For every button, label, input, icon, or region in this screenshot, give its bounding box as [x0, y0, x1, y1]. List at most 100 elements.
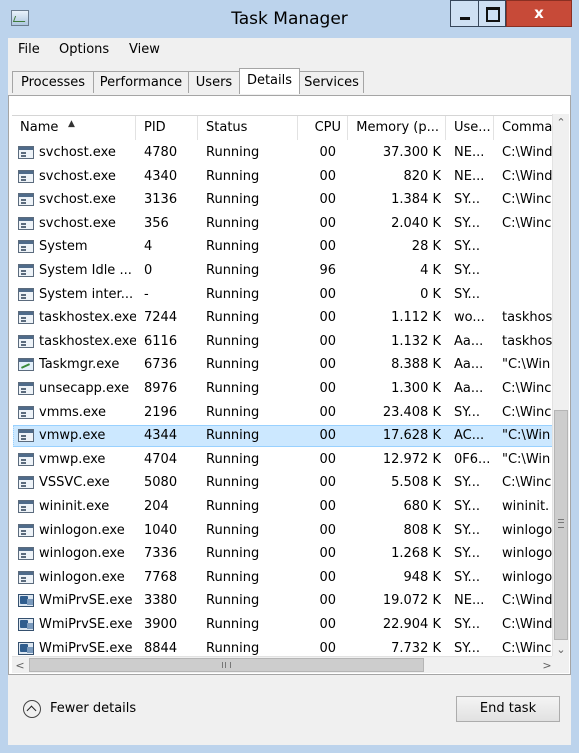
cell-cpu: 00: [319, 239, 336, 255]
cell-cpu: 00: [319, 451, 336, 467]
cell-pid: 5080: [144, 475, 178, 491]
cell-cpu: 00: [319, 499, 336, 514]
table-row[interactable]: process-window-icon System inter...- Runni…: [12, 283, 557, 307]
cell-user: SY...: [454, 404, 480, 420]
cell-name: svchost.exe: [39, 168, 116, 184]
process-window-icon: process-window-icon: [18, 382, 34, 395]
cell-name: vmwp.exe: [39, 451, 106, 467]
horizontal-scrollbar[interactable]: < >: [12, 656, 557, 673]
cell-memory: 1.384 K: [391, 192, 441, 208]
tab-users[interactable]: Users: [188, 71, 240, 93]
table-row[interactable]: process-window-icon vmwp.exe 4344 Running 00…: [12, 424, 557, 448]
table-row[interactable]: process-window-icon svchost.exe 4340 Runnin…: [12, 165, 557, 189]
maximize-button[interactable]: [478, 0, 506, 27]
menu-view[interactable]: View: [127, 42, 162, 57]
close-button[interactable]: x: [506, 0, 572, 27]
cell-name: System inter...: [39, 286, 134, 302]
wmi-provider-icon: wmi-provider-icon: [18, 594, 34, 608]
table-row[interactable]: process-window-icon wininit.exe 204 Running…: [12, 495, 557, 519]
cell-user: NE...: [454, 168, 485, 184]
column-header-command[interactable]: Comma: [494, 116, 557, 140]
table-row[interactable]: process-window-icon VSSVC.exe 5080 Running 0…: [12, 471, 557, 495]
table-header: Name ▲ PID Status CPU Memory (p... Use..…: [12, 116, 557, 140]
cell-user: SY...: [454, 640, 480, 656]
cell-cpu: 00: [319, 192, 336, 208]
minimize-button[interactable]: [450, 0, 478, 27]
fewer-details-link[interactable]: Fewer details: [50, 701, 136, 716]
cell-memory: 2.040 K: [391, 215, 441, 231]
table-row[interactable]: process-window-icon svchost.exe 4780 Runnin…: [12, 141, 557, 165]
column-header-user[interactable]: Use...: [446, 116, 494, 140]
cell-pid: 6116: [144, 333, 178, 349]
tab-details[interactable]: Details: [239, 68, 300, 94]
table-row[interactable]: process-window-icon svchost.exe 356 Running…: [12, 212, 557, 236]
sort-ascending-icon: ▲: [68, 119, 75, 129]
vertical-scroll-thumb[interactable]: [554, 410, 568, 640]
tab-processes[interactable]: Processes: [12, 71, 94, 93]
cell-status: Running: [206, 168, 260, 184]
scroll-up-icon[interactable]: ⌃: [553, 114, 569, 131]
cell-memory: 22.904 K: [382, 617, 441, 632]
table-row[interactable]: process-window-icon System 4 Running 00 28 K S…: [12, 235, 557, 259]
menu-options[interactable]: Options: [57, 42, 111, 57]
cell-command: C:\Wind: [502, 617, 553, 632]
table-row[interactable]: wmi-provider-icon WmiPrvSE.exe 3380 Running…: [12, 589, 557, 613]
column-header-cpu[interactable]: CPU: [298, 116, 348, 140]
table-row[interactable]: process-window-icon vmms.exe 2196 Running 00…: [12, 401, 557, 425]
column-header-memory[interactable]: Memory (p...: [348, 116, 446, 140]
cell-name: svchost.exe: [39, 215, 116, 231]
table-row[interactable]: process-window-icon svchost.exe 3136 Runnin…: [12, 188, 557, 212]
table-row[interactable]: process-window-icon taskhostex.exe 7244 Run…: [12, 306, 557, 330]
title-bar[interactable]: Task Manager x: [0, 0, 579, 38]
chevron-up-icon[interactable]: [23, 700, 41, 718]
vertical-scrollbar[interactable]: ⌃ ⌄: [552, 114, 569, 658]
cell-pid: 4704: [144, 451, 178, 467]
cell-status: Running: [206, 286, 260, 302]
tab-services[interactable]: Services: [299, 71, 364, 93]
cell-memory: 5.508 K: [391, 475, 441, 491]
cell-memory: 680 K: [403, 499, 441, 514]
cell-memory: 1.132 K: [391, 333, 441, 349]
cell-pid: 4340: [144, 168, 178, 184]
cell-name: WmiPrvSE.exe: [39, 640, 133, 656]
cell-command: taskhos: [502, 310, 553, 326]
table-row[interactable]: process-window-icon vmwp.exe 4704 Running 00…: [12, 448, 557, 472]
table-row[interactable]: process-window-icon System Idle ... 0 Runni…: [12, 259, 557, 283]
cell-cpu: 00: [319, 617, 336, 632]
cell-cpu: 96: [319, 263, 336, 278]
cell-name: vmwp.exe: [39, 428, 106, 444]
table-row[interactable]: process-window-icon taskhostex.exe 6116 Run…: [12, 330, 557, 354]
cell-pid: 7336: [144, 546, 178, 562]
cell-command: C:\Wind: [502, 145, 553, 160]
process-window-icon: process-window-icon: [18, 452, 34, 466]
cell-command: "C:\Win: [502, 428, 551, 444]
cell-cpu: 00: [319, 640, 336, 656]
end-task-button[interactable]: End task: [456, 696, 560, 722]
process-window-icon: process-window-icon: [18, 523, 34, 537]
table-row[interactable]: process-window-icon unsecapp.exe 8976 Runni…: [12, 377, 557, 401]
cell-cpu: 00: [319, 593, 336, 609]
table-row[interactable]: task-manager-icon Taskmgr.exe 6736 Running 0…: [12, 353, 557, 377]
table-row[interactable]: process-window-icon winlogon.exe 1040 Runni…: [12, 519, 557, 543]
column-header-name[interactable]: Name ▲: [12, 116, 136, 140]
cell-cpu: 00: [319, 569, 336, 585]
table-row[interactable]: process-window-icon winlogon.exe 7768 Runni…: [12, 566, 557, 590]
column-header-status[interactable]: Status: [198, 116, 298, 140]
cell-command: winlogo: [502, 546, 553, 562]
details-panel: Name ▲ PID Status CPU Memory (p... Use..…: [8, 95, 571, 675]
cell-memory: 4 K: [420, 263, 441, 278]
process-window-icon: process-window-icon: [18, 311, 34, 325]
scroll-left-icon[interactable]: <: [12, 657, 28, 674]
column-header-pid[interactable]: PID: [136, 116, 198, 140]
tab-performance[interactable]: Performance: [93, 71, 189, 93]
horizontal-scroll-thumb[interactable]: [29, 658, 424, 672]
table-row[interactable]: process-window-icon winlogon.exe 7336 Runni…: [12, 542, 557, 566]
client-area: File Options View Processes Performance …: [8, 38, 571, 745]
menu-file[interactable]: File: [16, 42, 42, 57]
cell-pid: 7768: [144, 569, 178, 585]
process-window-icon: process-window-icon: [18, 405, 34, 419]
table-row[interactable]: wmi-provider-icon WmiPrvSE.exe 8844 Running…: [12, 637, 557, 658]
cell-cpu: 00: [319, 381, 336, 396]
table-row[interactable]: wmi-provider-icon WmiPrvSE.exe 3900 Running…: [12, 613, 557, 637]
cell-status: Running: [206, 569, 260, 585]
